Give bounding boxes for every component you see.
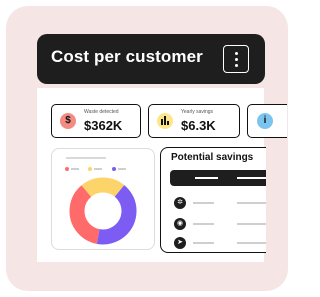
stat-label: Yearly savings: [181, 109, 214, 115]
savings-row[interactable]: ◉: [174, 218, 266, 230]
info-icon: i: [257, 113, 273, 129]
stat-card-partial[interactable]: i: [247, 104, 287, 138]
stat-card-savings[interactable]: Yearly savings $6.3K: [148, 104, 240, 138]
savings-header-row: [170, 170, 266, 186]
stat-card-waste[interactable]: $ Waste detected $362K: [51, 104, 141, 138]
legend-placeholder: [66, 157, 106, 159]
stat-label: Waste detected: [84, 109, 119, 115]
savings-title: Potential savings: [171, 152, 254, 163]
dollar-icon: $: [60, 113, 76, 129]
kebab-menu-icon: [235, 52, 238, 55]
stat-value: $6.3K: [181, 118, 216, 133]
donut-chart: [69, 177, 137, 245]
potential-savings-panel: Potential savings ✲ ◉ ➤: [160, 147, 266, 253]
stat-value: $362K: [84, 118, 123, 133]
donut-chart-panel: [51, 148, 155, 250]
page-title: Cost per customer: [51, 47, 203, 66]
savings-row[interactable]: ➤: [174, 237, 266, 249]
bar-chart-icon: [157, 113, 173, 129]
settings-icon: ◉: [174, 218, 186, 230]
rocket-icon: ➤: [174, 237, 186, 249]
header-bar: Cost per customer: [37, 34, 265, 84]
savings-row[interactable]: ✲: [174, 197, 266, 209]
kebab-menu-button[interactable]: [223, 45, 249, 73]
gear-icon: ✲: [174, 197, 186, 209]
